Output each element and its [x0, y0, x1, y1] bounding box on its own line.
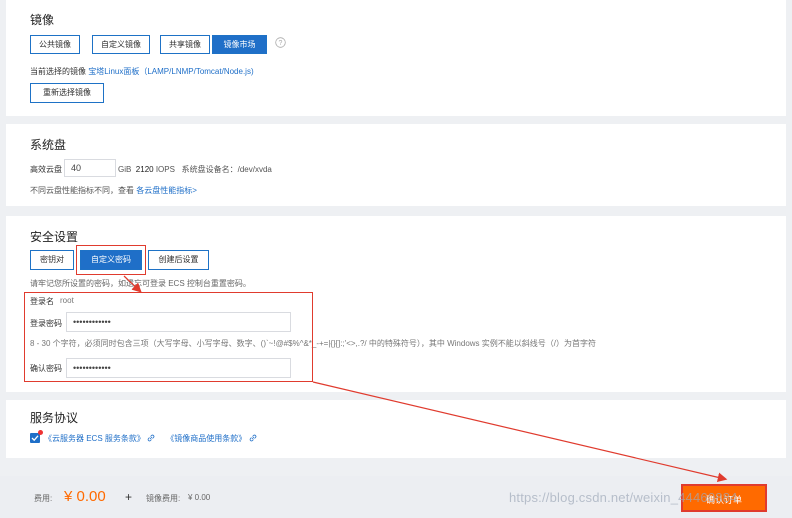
- disk-note: 不同云盘性能指标不同，查看: [30, 186, 134, 195]
- annotation-box-password-fields: [24, 292, 313, 382]
- image-section-title: 镜像: [30, 13, 55, 27]
- help-icon[interactable]: ?: [275, 37, 286, 48]
- ecs-terms-link[interactable]: 《云服务器 ECS 服务条款》: [44, 434, 145, 443]
- fee-value: ¥ 0.00: [64, 488, 106, 505]
- image-tab-group: 公共镜像 自定义镜像 共享镜像 镜像市场: [30, 35, 270, 54]
- image-section: 镜像 公共镜像 自定义镜像 共享镜像 镜像市场 ? 当前选择的镜像 宝塔Linu…: [6, 0, 786, 116]
- agreement-section: 服务协议 《云服务器 ECS 服务条款》 《镜像商品使用条款》: [6, 400, 786, 458]
- disk-device-label: 系统盘设备名：/dev/xvda: [181, 165, 272, 174]
- fee-label: 费用:: [34, 494, 53, 503]
- order-footer: 费用: ¥ 0.00 + 镜像费用: ¥ 0.00: [0, 476, 792, 518]
- tab-public-image[interactable]: 公共镜像: [30, 35, 80, 54]
- tab-custom-image[interactable]: 自定义镜像: [92, 35, 150, 54]
- link-icon: [147, 434, 155, 442]
- current-image-name[interactable]: 宝塔Linux面板（LAMP/LNMP/Tomcat/Node.js): [88, 67, 253, 76]
- disk-size-input[interactable]: [64, 159, 116, 177]
- disk-type-label: 高效云盘: [30, 165, 62, 174]
- agreement-section-title: 服务协议: [30, 411, 79, 425]
- security-section-title: 安全设置: [30, 230, 79, 244]
- disk-info-line: GiB 2120 IOPS 系统盘设备名：/dev/xvda: [118, 164, 272, 175]
- tab-image-market[interactable]: 镜像市场: [212, 35, 267, 54]
- current-image-prefix: 当前选择的镜像: [30, 67, 86, 76]
- disk-note-line: 不同云盘性能指标不同，查看 各云盘性能指标>: [30, 185, 197, 196]
- image-fee-value: ¥ 0.00: [188, 493, 211, 502]
- image-fee-label: 镜像费用:: [146, 494, 181, 503]
- image-terms-link[interactable]: 《镜像商品使用条款》: [166, 434, 246, 443]
- password-hint: 请牢记您所设置的密码，如遗忘可登录 ECS 控制台重置密码。: [30, 279, 251, 288]
- annotation-box-custom-password: [76, 245, 146, 275]
- fee-plus: +: [125, 490, 133, 504]
- agreement-links: 《云服务器 ECS 服务条款》 《镜像商品使用条款》: [44, 433, 257, 444]
- tab-set-after-create[interactable]: 创建后设置: [148, 250, 209, 270]
- disk-section: 系统盘 高效云盘 GiB 2120 IOPS 系统盘设备名：/dev/xvda …: [6, 124, 786, 206]
- notification-dot: [38, 430, 43, 435]
- disk-performance-link[interactable]: 各云盘性能指标>: [136, 186, 197, 195]
- disk-iops-label: IOPS: [155, 165, 175, 174]
- disk-unit: GiB: [118, 165, 132, 174]
- link-icon: [249, 434, 256, 442]
- confirm-order-button[interactable]: 确认订单: [681, 484, 767, 512]
- svg-text:?: ?: [279, 40, 283, 47]
- tab-keypair[interactable]: 密钥对: [30, 250, 74, 270]
- tab-shared-image[interactable]: 共享镜像: [160, 35, 210, 54]
- disk-section-title: 系统盘: [30, 138, 67, 152]
- reselect-image-button[interactable]: 重新选择镜像: [30, 83, 104, 103]
- current-image-line: 当前选择的镜像 宝塔Linux面板（LAMP/LNMP/Tomcat/Node.…: [30, 66, 254, 77]
- disk-iops-value: 2120: [135, 165, 154, 174]
